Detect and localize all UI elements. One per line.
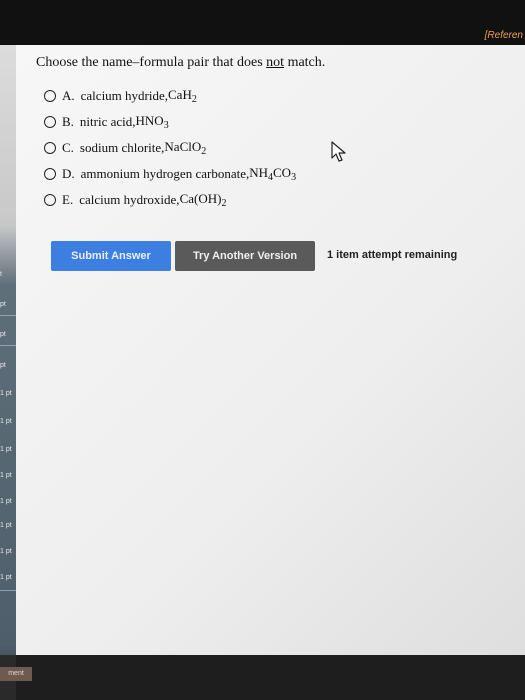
option-name: calcium hydroxide, xyxy=(79,192,180,207)
sidebar-points-label[interactable]: 1 pt xyxy=(0,445,16,454)
option-d[interactable]: D. ammonium hydrogen carbonate, NH4CO3 xyxy=(44,161,296,187)
sidebar-points-label: t xyxy=(0,271,2,278)
sidebar-divider xyxy=(0,590,16,591)
option-name: ammonium hydrogen carbonate, xyxy=(80,166,250,181)
option-a[interactable]: A. calcium hydride, CaH2 xyxy=(44,83,296,109)
sidebar-points-label[interactable]: 1 pt xyxy=(0,497,16,506)
mouse-pointer-icon xyxy=(331,141,346,162)
option-e[interactable]: E. calcium hydroxide, Ca(OH)2 xyxy=(44,187,296,213)
references-link[interactable]: [Referen xyxy=(485,30,523,41)
radio-button[interactable] xyxy=(44,90,56,102)
sidebar-points-label[interactable]: 1 pt xyxy=(0,521,16,530)
sidebar-footer: ment xyxy=(0,655,32,700)
assignment-sidebar: t pt pt pt 1 pt 1 pt 1 pt 1 pt 1 pt 1 pt… xyxy=(0,45,16,700)
option-name: sodium chlorite, xyxy=(79,140,165,155)
option-letter: B. xyxy=(62,114,74,129)
question-emphasis: not xyxy=(266,55,285,70)
sidebar-points-label[interactable]: 1 pt xyxy=(0,389,16,398)
sidebar-points-label[interactable]: pt xyxy=(0,330,16,339)
sidebar-points-label[interactable]: 1 pt xyxy=(0,573,16,582)
radio-button[interactable] xyxy=(44,168,56,180)
submit-answer-button[interactable]: Submit Answer xyxy=(51,241,171,271)
sidebar-points-label[interactable]: pt xyxy=(0,361,16,370)
option-formula: HNO3 xyxy=(135,113,169,131)
top-bar: [Referen xyxy=(0,0,525,45)
try-another-version-button[interactable]: Try Another Version xyxy=(175,241,315,271)
sidebar-points-label[interactable]: 1 pt xyxy=(0,417,16,426)
question-text: Choose the name–formula pair that does xyxy=(36,55,267,70)
sidebar-points-label[interactable]: 1 pt xyxy=(0,471,16,480)
sidebar-divider xyxy=(0,315,16,316)
option-letter: E. xyxy=(62,192,74,207)
option-letter: D. xyxy=(62,166,75,181)
radio-button[interactable] xyxy=(44,116,56,128)
option-formula: NH4CO3 xyxy=(249,165,297,183)
question-panel: Choose the name–formula pair that does n… xyxy=(16,45,525,655)
sidebar-points-label[interactable]: pt xyxy=(0,300,16,309)
question-text-end: match. xyxy=(284,55,326,70)
answer-options: A. calcium hydride, CaH2 B. nitric acid,… xyxy=(44,83,296,213)
question-prompt: Choose the name–formula pair that does n… xyxy=(36,55,325,71)
option-name: nitric acid, xyxy=(79,114,136,129)
option-name: calcium hydride, xyxy=(80,88,168,103)
radio-button[interactable] xyxy=(44,194,56,206)
option-letter: C. xyxy=(62,140,74,155)
option-formula: CaH2 xyxy=(168,87,197,105)
option-b[interactable]: B. nitric acid, HNO3 xyxy=(44,109,296,135)
sidebar-points-label[interactable]: 1 pt xyxy=(0,547,16,556)
radio-button[interactable] xyxy=(44,142,56,154)
option-letter: A. xyxy=(62,88,75,103)
sidebar-divider xyxy=(0,345,16,346)
sidebar-bottom-button[interactable]: ment xyxy=(0,667,32,681)
option-formula: Ca(OH)2 xyxy=(179,191,227,209)
attempts-remaining-text: 1 item attempt remaining xyxy=(327,249,458,261)
bottom-bar xyxy=(16,655,525,700)
option-formula: NaClO2 xyxy=(164,139,207,157)
option-c[interactable]: C. sodium chlorite, NaClO2 xyxy=(44,135,296,161)
